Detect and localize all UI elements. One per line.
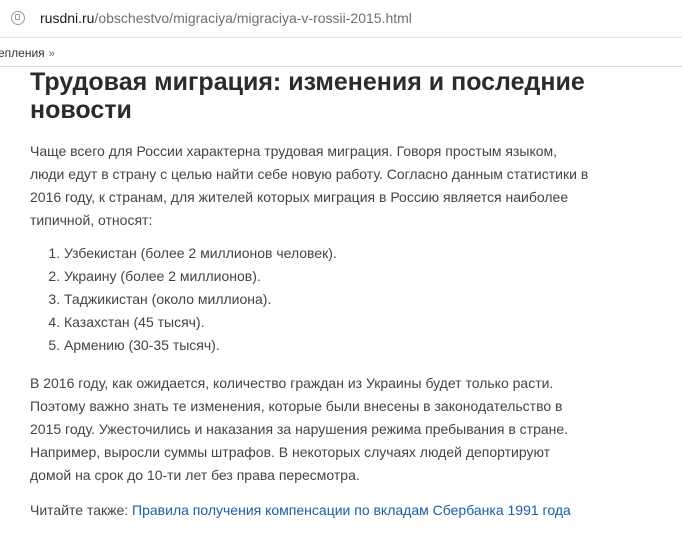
body-paragraph: В 2016 году, как ожидается, количество г… xyxy=(30,375,569,483)
list-item: Таджикистан (около миллиона). xyxy=(64,288,590,311)
list-item: Украину (более 2 миллионов). xyxy=(64,265,590,288)
article: Трудовая миграция: изменения и последние… xyxy=(30,68,590,522)
list-item: Узбекистан (более 2 миллионов человек). xyxy=(64,242,590,265)
bookmark-chevron-icon: » xyxy=(48,48,55,60)
url-domain: rusdni.ru xyxy=(40,10,95,26)
bookmark-item[interactable]: епления» xyxy=(0,46,55,60)
list-item: Казахстан (45 тысяч). xyxy=(64,311,590,334)
url-text[interactable]: rusdni.ru/obschestvo/migraciya/migraciya… xyxy=(40,10,412,26)
bookmarks-bar: епления» xyxy=(0,38,682,67)
read-also: Читайте также: Правила получения компенс… xyxy=(30,499,590,522)
page-info-icon[interactable] xyxy=(11,11,25,25)
read-also-label: Читайте также: xyxy=(30,502,129,518)
read-also-link[interactable]: Правила получения компенсации по вкладам… xyxy=(132,502,571,518)
url-path: /obschestvo/migraciya/migraciya-v-rossii… xyxy=(94,10,412,26)
article-title: Трудовая миграция: изменения и последние… xyxy=(30,68,585,124)
list-item: Армению (30-35 тысяч). xyxy=(64,334,590,357)
intro-paragraph: Чаще всего для России характерна трудова… xyxy=(30,143,589,228)
bookmark-label: епления xyxy=(0,46,45,60)
country-list: Узбекистан (более 2 миллионов человек). … xyxy=(30,242,590,357)
address-bar[interactable]: rusdni.ru/obschestvo/migraciya/migraciya… xyxy=(0,0,682,38)
